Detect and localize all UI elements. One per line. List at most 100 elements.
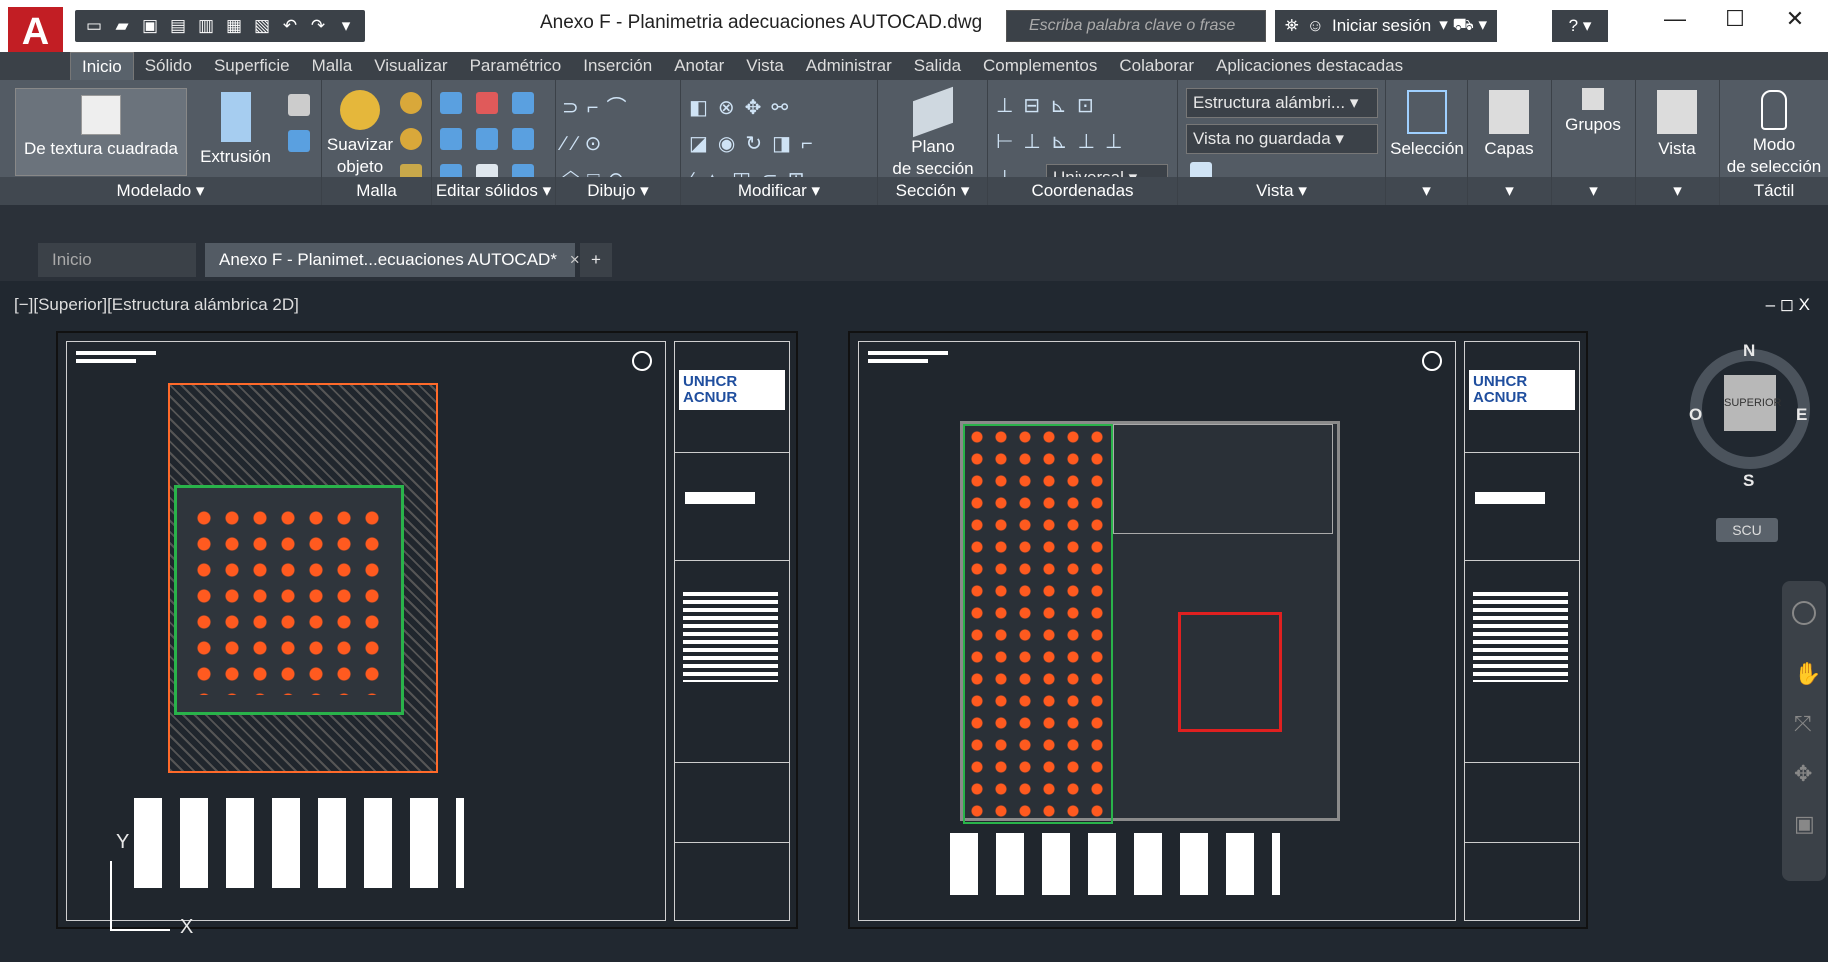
autocad-logo-button[interactable]: A [8,7,63,57]
ribbon-tab-administrar[interactable]: Administrar [795,52,903,80]
ribbon-tab-param-trico[interactable]: Paramétrico [459,52,573,80]
box-textured-button[interactable]: De textura cuadrada [15,88,187,176]
ribbon-tab-inicio[interactable]: Inicio [70,52,134,80]
panel-label-modelado[interactable]: Modelado ▾ [0,177,321,205]
panel-label-modificar[interactable]: Modificar ▾ [681,177,877,205]
redo-icon[interactable]: ↷ [307,15,329,37]
ribbon-tab-s-lido[interactable]: Sólido [134,52,203,80]
visual-style-select[interactable]: Estructura alámbri... ▾ [1186,88,1378,118]
view-button[interactable]: Vista [1640,90,1714,160]
solid2-icon[interactable] [288,130,310,152]
cloud-icon[interactable]: ▥ [195,15,217,37]
selection-button[interactable]: Selección [1390,90,1464,160]
window-title: Anexo F - Planimetria adecuaciones AUTOC… [540,12,983,33]
search-input[interactable]: Escriba palabra clave o frase [1006,10,1266,42]
viewport-label[interactable]: [−][Superior][Estructura alámbrica 2D] [14,295,299,315]
panel-label-editar-solidos[interactable]: Editar sólidos ▾ [432,177,555,205]
smooth-object-button[interactable]: Suavizar objeto [326,90,394,178]
ribbon-tab-complementos[interactable]: Complementos [972,52,1108,80]
maximize-button[interactable]: ☐ [1710,6,1760,32]
compass-south[interactable]: S [1743,471,1754,491]
panel-label-vista[interactable]: Vista ▾ [1178,177,1385,205]
viewport-controls[interactable]: – ◻ X [1766,295,1810,315]
viewcube-top[interactable]: SUPERIOR [1724,375,1781,431]
close-button[interactable]: ✕ [1770,6,1820,32]
orbit-icon[interactable]: ✥ [1794,761,1812,787]
panel-label-seccion[interactable]: Sección ▾ [878,177,987,205]
panel-grupos-dropdown[interactable]: ▾ [1552,177,1635,205]
print-icon[interactable]: ▧ [251,15,273,37]
showmotion-icon[interactable]: ▣ [1794,811,1815,837]
legend-block [134,798,464,888]
share-icon[interactable]: ▦ [223,15,245,37]
panel-vista2-dropdown[interactable]: ▾ [1636,177,1719,205]
groups-button[interactable]: Grupos [1556,88,1630,136]
tab-active-drawing[interactable]: Anexo F - Planimet...ecuaciones AUTOCAD*… [205,243,580,277]
ribbon-tab-aplicaciones-destacadas[interactable]: Aplicaciones destacadas [1205,52,1414,80]
minimize-button[interactable]: — [1650,6,1700,32]
save-as-icon[interactable]: ▤ [167,15,189,37]
panel-modelado: De textura cuadrada Extrusión Modelado ▾ [0,80,322,205]
new-tab-button[interactable]: + [580,243,612,277]
mesh-add-icon[interactable] [400,92,422,114]
selection-mode-button[interactable]: Modo de selección [1724,90,1824,178]
cart-icon[interactable]: ▾ ⛟ ▾ [1439,15,1487,37]
extrusion-button[interactable]: Extrusión [198,92,273,168]
panel-label-coordenadas[interactable]: Coordenadas [988,177,1177,205]
thicken-icon[interactable] [476,128,498,150]
title-block-notes [1473,592,1568,682]
ribbon-tab-superficie[interactable]: Superficie [203,52,301,80]
divider [675,762,789,763]
drawing-viewport[interactable]: [−][Superior][Estructura alámbrica 2D] –… [0,281,1828,962]
ribbon-tab-anotar[interactable]: Anotar [663,52,735,80]
subtract-icon[interactable] [476,92,498,114]
close-tab-icon[interactable]: × [570,250,580,269]
ucs-menu-button[interactable]: SCU [1716,518,1778,542]
new-file-icon[interactable]: ▭ [83,15,105,37]
tab-inicio[interactable]: Inicio [38,243,196,277]
ribbon-tab-visualizar[interactable]: Visualizar [363,52,458,80]
signin-button[interactable]: ⛯ ☺ Iniciar sesión ▾ ⛟ ▾ [1275,10,1498,42]
intersect-icon[interactable] [512,92,534,114]
panel-capas-dropdown[interactable]: ▾ [1468,177,1551,205]
divider [1465,452,1579,453]
panel-label-malla[interactable]: Malla [322,177,431,205]
union-icon[interactable] [440,92,462,114]
qat-dropdown-icon[interactable]: ▾ [335,15,357,37]
help-button[interactable]: ? ▾ [1552,10,1608,42]
view-icon [1657,90,1697,134]
steering-wheel-icon[interactable] [1792,601,1816,625]
divider [1465,560,1579,561]
pan-hand-icon[interactable]: ✋ [1794,661,1821,687]
binoculars-icon[interactable]: ⛯ [1285,16,1299,36]
panel-coordenadas: ⊥⊟⊾⊡⊢⊥⊾⊥⊥⊥ Universal ▾ Coordenadas [988,80,1178,205]
compass-north[interactable]: N [1743,341,1755,361]
layout-sheet-left[interactable]: UNHCR ACNUR [56,331,798,929]
extract-icon[interactable] [512,128,534,150]
ribbon-tab-salida[interactable]: Salida [903,52,972,80]
named-view-select[interactable]: Vista no guardada ▾ [1186,124,1378,154]
ribbon-tab-malla[interactable]: Malla [301,52,364,80]
layout-sheet-right[interactable]: UNHCR ACNUR [848,331,1588,929]
panel-malla: Suavizar objeto Malla [322,80,432,205]
document-tabs: Inicio Anexo F - Planimet...ecuaciones A… [0,205,1828,281]
panel-label-dibujo[interactable]: Dibujo ▾ [556,177,680,205]
undo-icon[interactable]: ↶ [279,15,301,37]
save-icon[interactable]: ▣ [139,15,161,37]
mesh-refine-icon[interactable] [400,128,422,150]
solid-icon[interactable] [288,94,310,116]
floor-plan-2 [960,421,1340,824]
layers-button[interactable]: Capas [1472,90,1546,160]
slice-icon[interactable] [440,128,462,150]
sphere-icon [340,90,380,130]
compass-west[interactable]: O [1689,405,1702,425]
panel-seleccion-dropdown[interactable]: ▾ [1386,177,1467,205]
ribbon-tab-inserci-n[interactable]: Inserción [572,52,663,80]
compass-east[interactable]: E [1796,405,1807,425]
open-folder-icon[interactable]: ▰ [111,15,133,37]
ribbon-tab-vista[interactable]: Vista [735,52,795,80]
zoom-icon[interactable]: ⤧ [1794,711,1812,737]
ribbon-tab-colaborar[interactable]: Colaborar [1108,52,1205,80]
section-plane-button[interactable]: Plano de sección [888,86,978,180]
ucs-axis-icon [110,861,170,931]
